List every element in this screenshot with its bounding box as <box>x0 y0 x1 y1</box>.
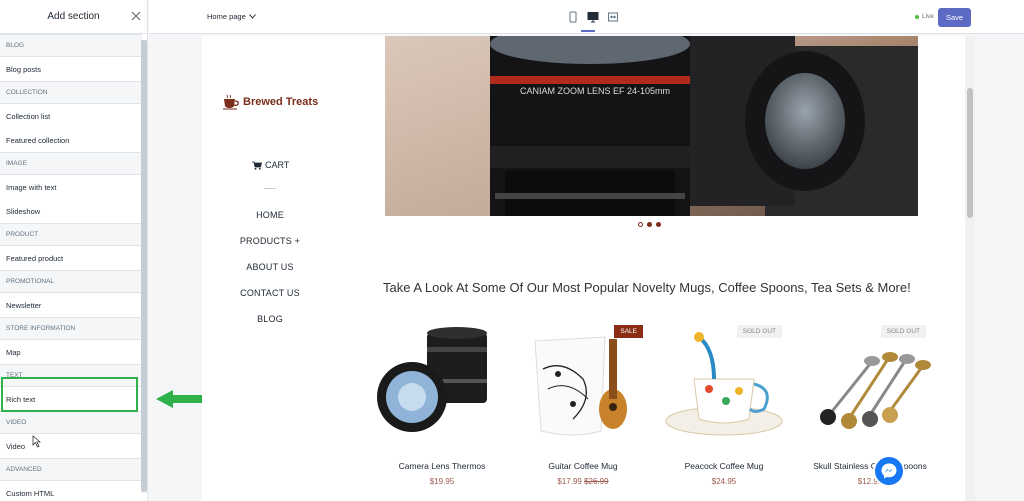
messenger-icon <box>881 463 897 479</box>
section-item-video[interactable]: Video <box>0 434 142 458</box>
store-logo[interactable]: Brewed Treats <box>222 94 318 110</box>
mouse-cursor-icon <box>32 435 41 448</box>
section-group-header: PROMOTIONAL <box>0 270 142 293</box>
preview-scrollbar[interactable] <box>965 36 975 501</box>
product-price: $24.95 <box>711 477 737 486</box>
nav-about-us[interactable]: ABOUT US <box>230 260 310 286</box>
section-item-featured-collection[interactable]: Featured collection <box>0 128 142 152</box>
section-item-newsletter[interactable]: Newsletter <box>0 293 142 317</box>
section-group-header: COLLECTION <box>0 81 142 104</box>
add-section-sidebar: Add section BLOG Blog posts COLLECTION Coll… <box>0 0 148 501</box>
section-item-map[interactable]: Map <box>0 340 142 364</box>
nav-contact-us[interactable]: CONTACT US <box>230 286 310 312</box>
product-price: $17.99 $26.99 <box>557 477 609 486</box>
sold-out-badge: SOLD OUT <box>880 325 926 338</box>
live-dot-icon <box>915 14 919 19</box>
sidebar-title: Add section <box>47 11 100 22</box>
nav-blog[interactable]: BLOG <box>230 312 310 338</box>
section-group-header: IMAGE <box>0 152 142 175</box>
product-name: Guitar Coffee Mug <box>548 461 618 471</box>
live-status-label: Live <box>922 13 934 20</box>
section-group-header: BLOG <box>0 34 142 57</box>
nav-home[interactable]: HOME <box>230 208 310 234</box>
product-image: SOLD OUT <box>800 319 940 449</box>
sold-out-badge: SOLD OUT <box>736 325 782 338</box>
mobile-view-icon[interactable] <box>567 11 579 23</box>
slideshow-dots <box>638 222 661 227</box>
product-name: Camera Lens Thermos <box>398 461 486 471</box>
slide-dot[interactable] <box>638 222 643 227</box>
logo-text: Brewed Treats <box>243 96 319 108</box>
chevron-down-icon <box>248 14 256 19</box>
coffee-cup-icon <box>223 94 239 110</box>
slide-dot[interactable] <box>647 222 652 227</box>
nav-products[interactable]: PRODUCTS + <box>230 234 310 260</box>
fullscreen-view-icon[interactable] <box>607 11 619 23</box>
sidebar-header: Add section <box>0 0 147 34</box>
section-group-header: VIDEO <box>0 411 142 434</box>
cart-label: CART <box>265 160 290 170</box>
product-price: $19.95 <box>429 477 455 486</box>
product-card[interactable]: SOLD OUT Peacock Coffee Mug $24.95 <box>654 319 794 486</box>
nav-divider <box>264 188 276 189</box>
section-item-blog-posts[interactable]: Blog posts <box>0 57 142 81</box>
section-item-collection-list[interactable]: Collection list <box>0 104 142 128</box>
product-image: SOLD OUT <box>654 319 794 449</box>
rich-text-highlight-box <box>1 377 138 412</box>
section-group-header: STORE INFORMATION <box>0 317 142 340</box>
product-card[interactable]: SOLD OUT Skull Stainless Coffee Spoons $… <box>800 319 940 486</box>
section-item-featured-product[interactable]: Featured product <box>0 246 142 270</box>
featured-tagline: Take A Look At Some Of Our Most Popular … <box>383 280 911 295</box>
compare-price: $26.99 <box>584 477 609 486</box>
product-name: Skull Stainless Coffee Spoons <box>813 461 927 471</box>
hero-slideshow[interactable]: CANIAM ZOOM LENS EF 24-105mm <box>385 36 918 216</box>
store-nav: HOME PRODUCTS + ABOUT US CONTACT US BLOG <box>230 208 310 338</box>
messenger-chat-button[interactable] <box>873 455 905 487</box>
page-selector[interactable]: Home page <box>207 12 256 21</box>
section-item-custom-html[interactable]: Custom HTML <box>0 481 142 501</box>
product-image: SALE <box>513 319 653 449</box>
sale-badge: SALE <box>614 325 643 338</box>
page-selector-label: Home page <box>207 12 246 21</box>
live-status: Live <box>915 13 934 20</box>
section-item-slideshow[interactable]: Slideshow <box>0 199 142 223</box>
product-price: $12.95 <box>857 477 883 486</box>
active-view-indicator <box>581 30 595 32</box>
hero-lens-text: CANIAM ZOOM LENS EF 24-105mm <box>520 86 670 96</box>
save-button[interactable]: Save <box>938 8 971 27</box>
section-item-image-with-text[interactable]: Image with text <box>0 175 142 199</box>
preview-scroll-thumb[interactable] <box>967 88 973 218</box>
product-card[interactable]: SALE Guitar Coffee Mug $17.99 $26.99 <box>513 319 653 486</box>
section-group-header: ADVANCED <box>0 458 142 481</box>
sidebar-scrollbar[interactable] <box>141 40 147 492</box>
slide-dot[interactable] <box>656 222 661 227</box>
desktop-view-icon[interactable] <box>587 11 599 23</box>
product-name: Peacock Coffee Mug <box>684 461 764 471</box>
close-icon[interactable] <box>129 9 143 23</box>
hero-image: CANIAM ZOOM LENS EF 24-105mm <box>385 36 918 216</box>
product-card[interactable]: Camera Lens Thermos $19.95 <box>372 319 512 486</box>
cart-icon <box>252 161 262 170</box>
cart-link[interactable]: CART <box>252 160 289 170</box>
store-preview: Brewed Treats CART HOME PRODUCTS + ABOUT… <box>202 36 975 501</box>
product-image <box>372 319 512 449</box>
editor-topbar: Home page Live Save <box>149 0 1024 34</box>
section-group-header: PRODUCT <box>0 223 142 246</box>
section-list: BLOG Blog posts COLLECTION Collection list F… <box>0 34 147 501</box>
